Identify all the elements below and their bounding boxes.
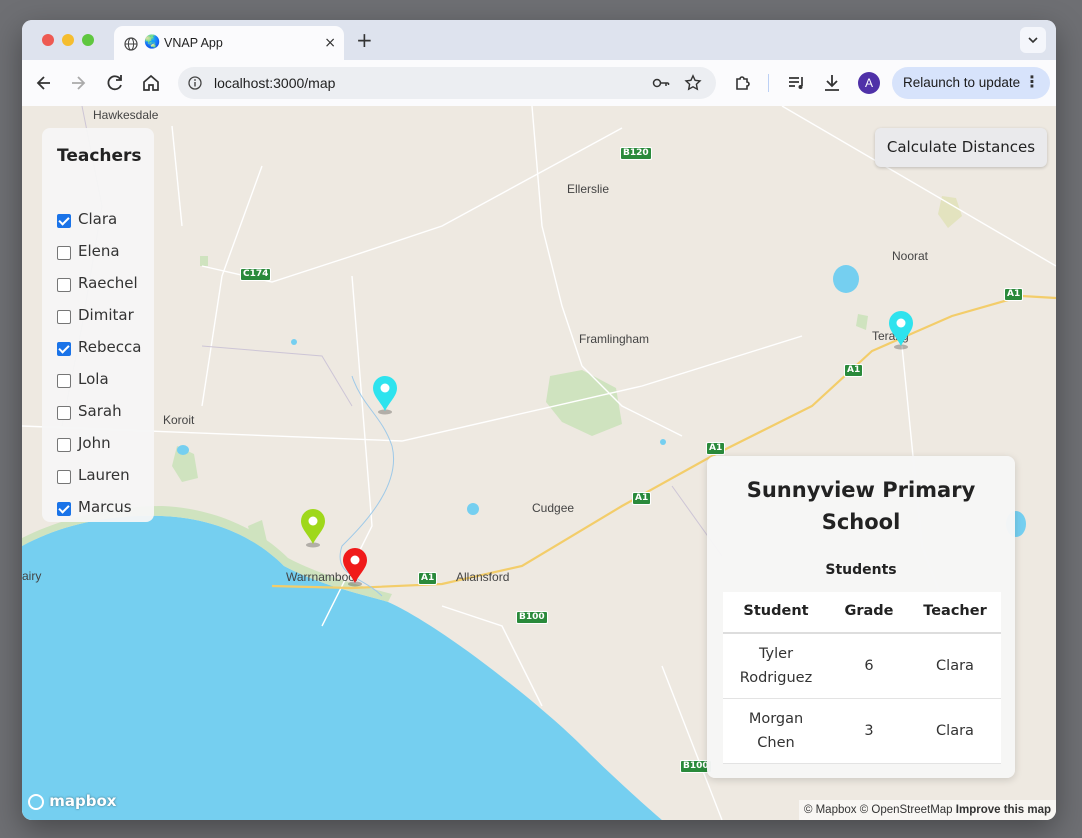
checkbox[interactable]: [57, 278, 71, 292]
student-teacher: Clara: [936, 723, 974, 739]
map-marker-pin[interactable]: [299, 508, 327, 548]
checkbox[interactable]: [57, 374, 71, 388]
road-shield: A1: [632, 492, 652, 505]
school-info-card: Sunnyview Primary School Students Studen…: [707, 456, 1015, 778]
map-marker-pin[interactable]: [887, 310, 915, 350]
teacher-label: Elena: [78, 242, 120, 260]
teachers-panel-title: Teachers: [57, 146, 142, 166]
teacher-label: Rebecca: [78, 338, 142, 356]
teachers-filter-panel: Teachers Clara Elena Raechel Dimitar Reb…: [42, 128, 154, 522]
extensions-puzzle-icon[interactable]: [731, 71, 755, 95]
teacher-label: Clara: [78, 210, 118, 228]
column-header: Student: [743, 603, 809, 619]
road-shield: A1: [1004, 288, 1024, 301]
zoom-window-button[interactable]: [82, 34, 94, 46]
students-table: Student Grade Teacher Tyler Rodriguez 6 …: [723, 592, 1001, 764]
column-header: Grade: [844, 603, 894, 619]
address-bar[interactable]: localhost:3000/map: [178, 67, 716, 99]
chevron-down-icon: [1028, 37, 1038, 44]
profile-avatar[interactable]: A: [858, 72, 880, 94]
reload-icon[interactable]: [103, 71, 127, 95]
calculate-distances-button[interactable]: Calculate Distances: [875, 128, 1047, 167]
road-shield: B120: [620, 147, 652, 160]
download-icon[interactable]: [820, 71, 844, 95]
place-label: Koroit: [163, 413, 195, 427]
new-tab-button[interactable]: +: [356, 28, 373, 52]
checkbox[interactable]: [57, 342, 71, 356]
checkbox[interactable]: [57, 246, 71, 260]
home-icon[interactable]: [139, 71, 163, 95]
checkbox[interactable]: [57, 502, 71, 516]
road-shield: C174: [240, 268, 272, 281]
info-icon[interactable]: [188, 76, 202, 90]
place-label: Allansford: [456, 570, 510, 584]
student-grade: 3: [864, 723, 874, 739]
globe-icon: [124, 37, 138, 51]
table-row: Tyler Rodriguez 6 Clara: [723, 634, 1001, 699]
map-canvas[interactable]: Hawkesdale Ellerslie Noorat Framlingham …: [22, 106, 1056, 820]
place-label: Framlingham: [579, 332, 650, 346]
tab-title: VNAP App: [164, 36, 223, 50]
media-controls-icon[interactable]: [785, 71, 809, 95]
relaunch-label: Relaunch to update: [903, 75, 1021, 90]
road-shield: A1: [418, 572, 438, 585]
place-label: Cudgee: [532, 501, 575, 515]
key-icon[interactable]: [652, 75, 670, 91]
close-window-button[interactable]: [42, 34, 54, 46]
map-marker-pin[interactable]: [341, 547, 369, 587]
teacher-label: Lauren: [78, 466, 130, 484]
road-shield: A1: [706, 442, 726, 455]
column-header: Teacher: [923, 603, 987, 619]
url-text: localhost:3000/map: [214, 75, 336, 91]
checkbox[interactable]: [57, 470, 71, 484]
place-label: airy: [22, 569, 42, 583]
map-attribution: © Mapbox © OpenStreetMap Improve this ma…: [798, 800, 1056, 820]
browser-toolbar: localhost:3000/map A Relaunch to update …: [22, 60, 1056, 106]
place-label: Ellerslie: [567, 182, 610, 196]
more-menu-icon[interactable]: ⋮: [1024, 72, 1040, 91]
teacher-label: Marcus: [78, 498, 132, 516]
student-name: Morgan Chen: [748, 711, 804, 751]
close-tab-icon[interactable]: ×: [324, 35, 336, 51]
checkbox[interactable]: [57, 214, 71, 228]
teacher-label: Raechel: [78, 274, 138, 292]
mapbox-logo[interactable]: mapbox: [28, 792, 116, 810]
bookmark-star-icon[interactable]: [684, 74, 702, 92]
improve-map-link[interactable]: Improve this map: [956, 804, 1051, 816]
checkbox[interactable]: [57, 406, 71, 420]
road-shield: A1: [844, 364, 864, 377]
student-name: Tyler Rodriguez: [739, 646, 813, 686]
place-label: Noorat: [892, 249, 929, 263]
teacher-label: Sarah: [78, 402, 122, 420]
forward-arrow-icon[interactable]: [66, 71, 90, 95]
tab-search-button[interactable]: [1020, 27, 1046, 53]
student-grade: 6: [864, 658, 874, 674]
table-header: Student Grade Teacher: [723, 592, 1001, 634]
map-marker-pin[interactable]: [371, 375, 399, 415]
relaunch-to-update-button[interactable]: Relaunch to update ⋮: [892, 67, 1050, 99]
earth-favicon-icon: 🌏: [144, 35, 161, 50]
back-arrow-icon[interactable]: [32, 71, 56, 95]
minimize-window-button[interactable]: [62, 34, 74, 46]
student-teacher: Clara: [936, 658, 974, 674]
road-shield: B100: [516, 611, 548, 624]
tab-vnap-app[interactable]: 🌏 VNAP App ×: [114, 26, 344, 60]
toolbar-divider: [768, 74, 769, 92]
students-heading: Students: [825, 562, 897, 578]
browser-window: 🌏 VNAP App × + localhost:3000/map A Rela…: [22, 20, 1056, 820]
teacher-label: Dimitar: [78, 306, 134, 324]
checkbox[interactable]: [57, 310, 71, 324]
tab-strip: 🌏 VNAP App × +: [22, 20, 1056, 60]
mapbox-mark-icon: [28, 794, 44, 810]
attribution-text[interactable]: © Mapbox © OpenStreetMap: [804, 804, 953, 816]
teacher-label: Lola: [78, 370, 109, 388]
school-name: Sunnyview Primary School: [746, 478, 976, 534]
place-label: Hawkesdale: [93, 108, 159, 122]
checkbox[interactable]: [57, 438, 71, 452]
teacher-label: John: [78, 434, 111, 452]
table-row: Morgan Chen 3 Clara: [723, 699, 1001, 764]
mapbox-logo-text: mapbox: [49, 792, 117, 810]
